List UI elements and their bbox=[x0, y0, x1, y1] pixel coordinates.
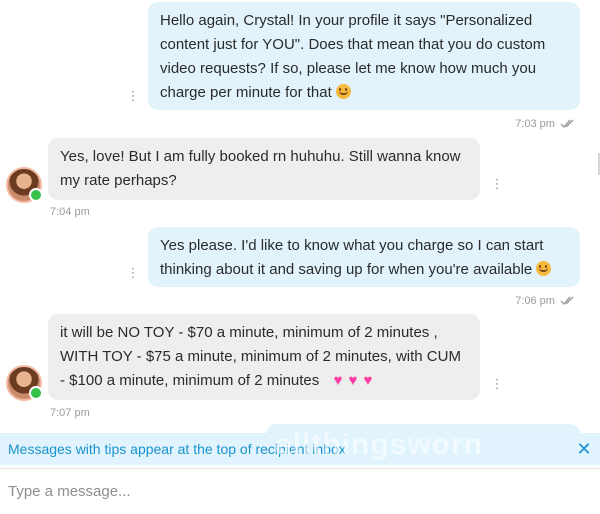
pink-heart-emoji-icon: ♥ bbox=[348, 372, 358, 389]
message-line: video requests? If so, please let me kno… bbox=[160, 60, 537, 77]
close-icon[interactable]: ✕ bbox=[576, 433, 592, 465]
message-time: 7:07 pm bbox=[50, 407, 90, 419]
message-options-icon[interactable]: ⋮ bbox=[490, 176, 504, 192]
pink-heart-emoji-icon: ♥ bbox=[333, 372, 343, 389]
message-composer bbox=[0, 468, 600, 514]
online-status-indicator bbox=[29, 188, 43, 202]
message-line: - $100 a minute, minimum of 2 minutes bbox=[60, 372, 320, 389]
message-line-last: - $100 a minute, minimum of 2 minutes ♥ ♥… bbox=[60, 369, 468, 393]
incoming-message: it will be NO TOY - $70 a minute, minimu… bbox=[48, 314, 480, 400]
message-time: 7:04 pm bbox=[50, 206, 90, 218]
message-line: WITH TOY - $75 a minute, minimum of 2 mi… bbox=[60, 348, 461, 365]
message-line: thinking about it and saving up for when… bbox=[160, 261, 533, 278]
message-input[interactable] bbox=[0, 469, 600, 513]
message-line: content just for YOU". Does that mean th… bbox=[160, 36, 546, 53]
message-line: it will be NO TOY - $70 a minute, minimu… bbox=[60, 324, 438, 341]
message-line-last: charge per minute for that bbox=[160, 81, 568, 105]
site-watermark: allthingsworn bbox=[275, 428, 483, 461]
outgoing-message: Hello again, Crystal! In your profile it… bbox=[148, 2, 580, 110]
message-line-last: thinking about it and saving up for when… bbox=[160, 258, 568, 282]
online-status-indicator bbox=[29, 386, 43, 400]
double-check-icon bbox=[560, 296, 574, 306]
smiling-face-emoji-icon bbox=[536, 261, 552, 276]
message-meta: 7:06 pm bbox=[515, 295, 578, 307]
message-options-icon[interactable]: ⋮ bbox=[490, 376, 504, 392]
message-line: charge per minute for that bbox=[160, 84, 332, 101]
pink-heart-emoji-icon: ♥ bbox=[363, 372, 373, 389]
double-check-icon bbox=[560, 119, 574, 129]
message-time: 7:06 pm bbox=[515, 295, 555, 307]
message-line: Hello again, Crystal! In your profile it… bbox=[160, 12, 533, 29]
message-line: Yes, love! But I am fully booked rn huhu… bbox=[60, 148, 461, 165]
message-options-icon[interactable]: ⋮ bbox=[126, 88, 140, 104]
message-options-icon[interactable]: ⋮ bbox=[126, 265, 140, 281]
message-line: Yes please. I'd like to know what you ch… bbox=[160, 237, 544, 254]
message-line: my rate perhaps? bbox=[60, 172, 177, 189]
smiling-face-emoji-icon bbox=[335, 84, 351, 99]
message-meta: 7:03 pm bbox=[515, 118, 578, 130]
outgoing-message: Yes please. I'd like to know what you ch… bbox=[148, 227, 580, 287]
incoming-message: Yes, love! But I am fully booked rn huhu… bbox=[48, 138, 480, 200]
message-time: 7:03 pm bbox=[515, 118, 555, 130]
